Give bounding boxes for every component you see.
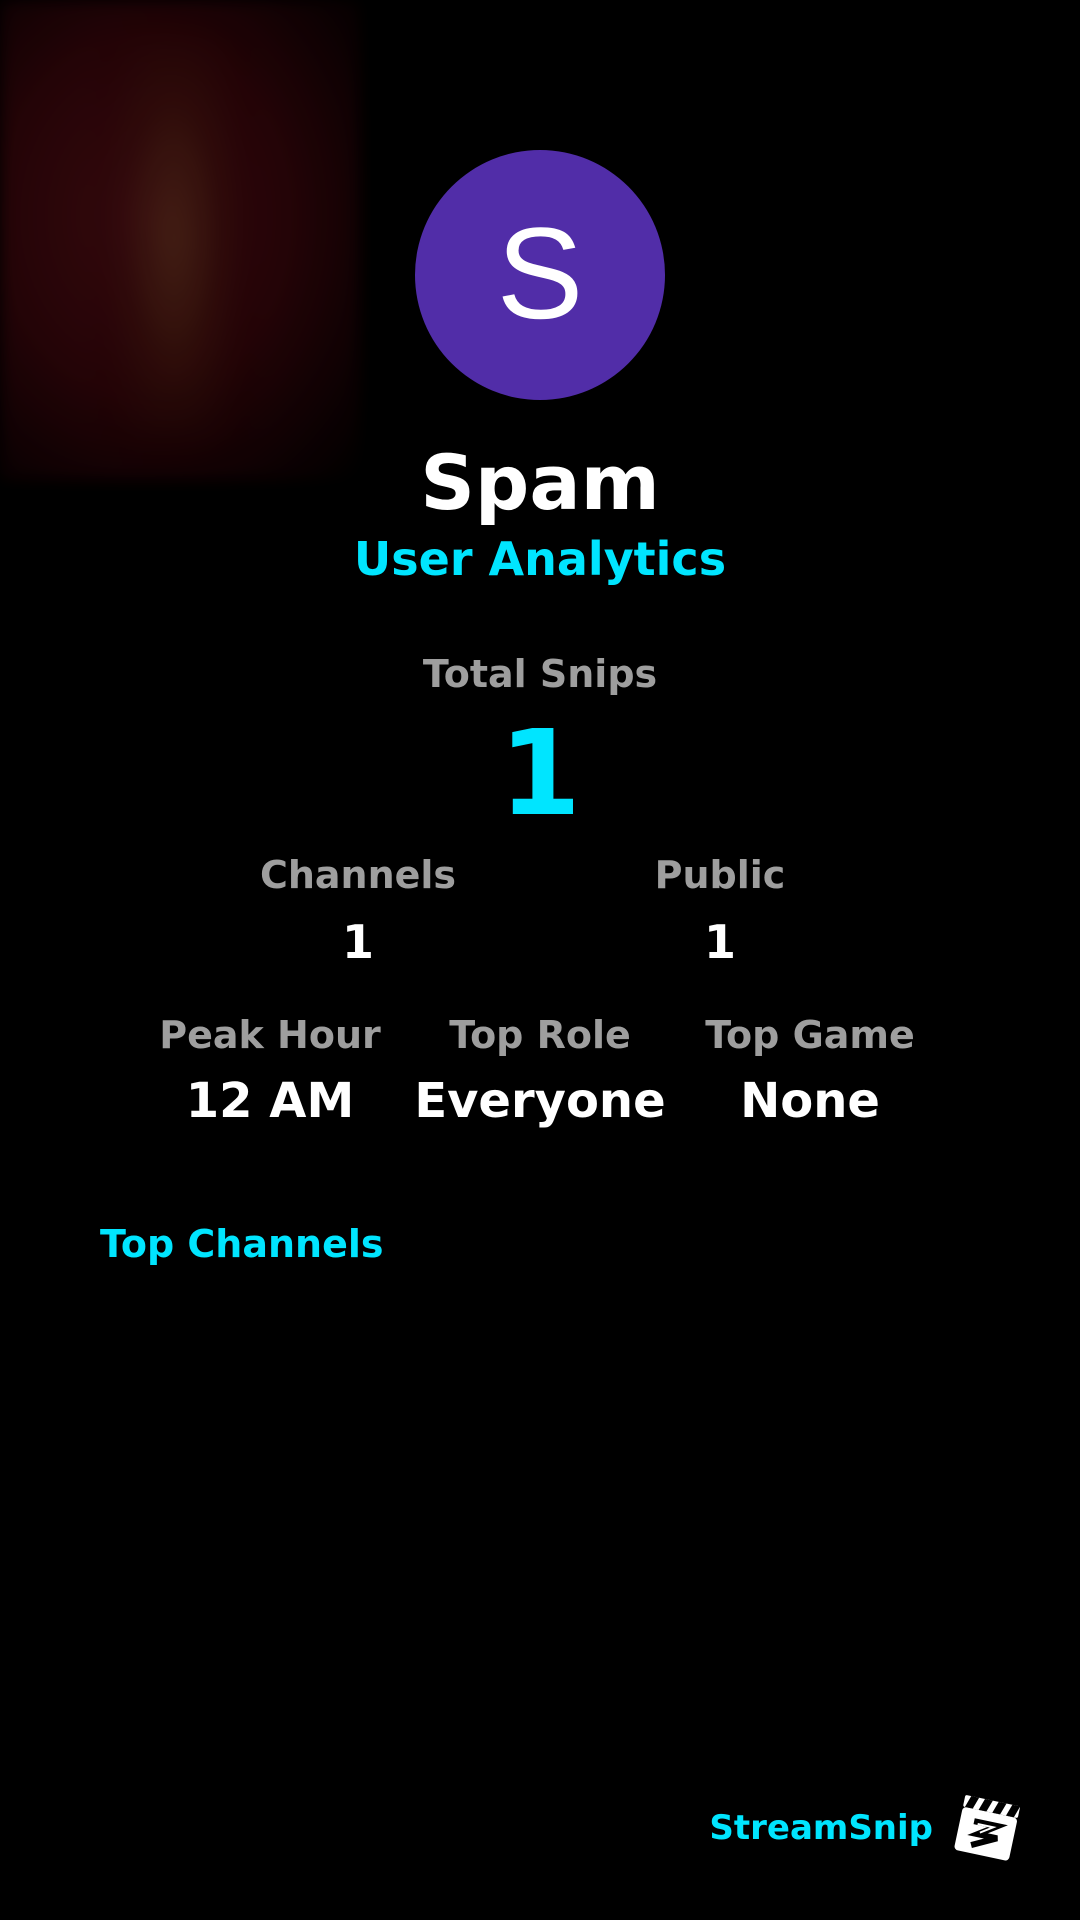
top-game-label: Top Game [705, 1013, 915, 1057]
brand-name: StreamSnip [709, 1808, 933, 1848]
public-label: Public [654, 853, 786, 897]
stat-top-role: Top Role Everyone [410, 1013, 670, 1129]
stat-top-game: Top Game None [690, 1013, 930, 1129]
total-snips-value: 1 [498, 704, 582, 842]
clapperboard-icon [949, 1790, 1025, 1866]
peak-hour-label: Peak Hour [159, 1013, 381, 1057]
avatar: S [415, 150, 665, 400]
avatar-letter: S [496, 200, 584, 346]
stat-channels: Channels 1 [238, 853, 478, 969]
top-role-value: Everyone [414, 1073, 666, 1129]
channels-label: Channels [259, 853, 457, 897]
public-value: 1 [703, 915, 736, 969]
peak-hour-value: 12 AM [185, 1073, 355, 1129]
background-thumbnail [0, 0, 360, 480]
stat-peak-hour: Peak Hour 12 AM [150, 1013, 390, 1129]
top-game-value: None [740, 1073, 880, 1129]
channels-value: 1 [341, 915, 374, 969]
total-snips-label: Total Snips [422, 652, 658, 696]
brand-footer: StreamSnip [709, 1790, 1025, 1866]
top-role-label: Top Role [449, 1013, 631, 1057]
page-subtitle: User Analytics [353, 532, 727, 586]
stat-public: Public 1 [600, 853, 840, 969]
user-name: Spam [420, 438, 660, 527]
top-channels-heading: Top Channels [100, 1222, 384, 1266]
